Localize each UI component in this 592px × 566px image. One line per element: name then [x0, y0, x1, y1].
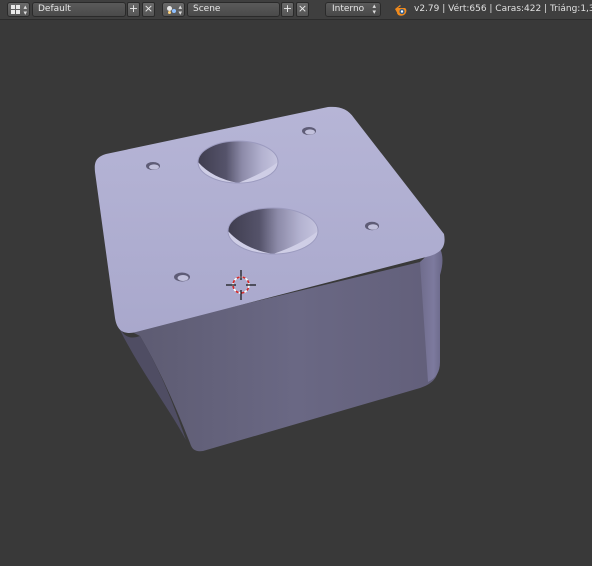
add-scene-button[interactable]: +: [281, 2, 294, 17]
screen-layout-value: Default: [38, 4, 71, 14]
plus-icon: +: [128, 2, 139, 15]
small-hole: [174, 272, 190, 282]
delete-scene-button[interactable]: ×: [296, 2, 309, 17]
viewport-canvas[interactable]: [0, 20, 592, 566]
x-icon: ×: [143, 2, 154, 15]
small-hole: [146, 162, 160, 170]
scene-icon-dot: [168, 11, 171, 14]
mesh-block[interactable]: [94, 106, 445, 452]
scene-value: Scene: [193, 4, 221, 14]
scene-statistics: v2.79 | Vért:656 | Caras:422 | Triáng:1,…: [414, 4, 592, 14]
small-hole: [365, 221, 379, 231]
chevron-updown-icon: ▴ ▾: [178, 3, 182, 17]
scene-browse-button[interactable]: ▴ ▾: [162, 2, 185, 17]
add-layout-button[interactable]: +: [127, 2, 140, 17]
x-icon: ×: [297, 2, 308, 15]
screen-layout-field[interactable]: Default: [32, 2, 126, 17]
scene-icon-dot: [172, 9, 176, 13]
3d-viewport[interactable]: [0, 20, 592, 566]
plus-icon: +: [282, 2, 293, 15]
scene-field[interactable]: Scene: [187, 2, 280, 17]
large-hole-back: [197, 140, 279, 184]
delete-layout-button[interactable]: ×: [142, 2, 155, 17]
chevron-updown-icon: ▴ ▾: [372, 2, 376, 16]
small-hole: [302, 127, 316, 135]
screen-layout-icon: [11, 5, 20, 14]
blender-window: ▴ ▾ Default + × ▴ ▾ Scene + × Interno ▴ ▾: [0, 0, 592, 566]
render-engine-dropdown[interactable]: Interno ▴ ▾: [325, 2, 381, 17]
blender-logo-icon: [395, 5, 407, 16]
large-hole-front: [227, 207, 319, 255]
info-header: ▴ ▾ Default + × ▴ ▾ Scene + × Interno ▴ ▾: [0, 0, 592, 20]
render-engine-value: Interno: [332, 4, 365, 14]
editor-type-button[interactable]: ▴ ▾: [7, 2, 30, 17]
chevron-updown-icon: ▴ ▾: [23, 3, 27, 17]
